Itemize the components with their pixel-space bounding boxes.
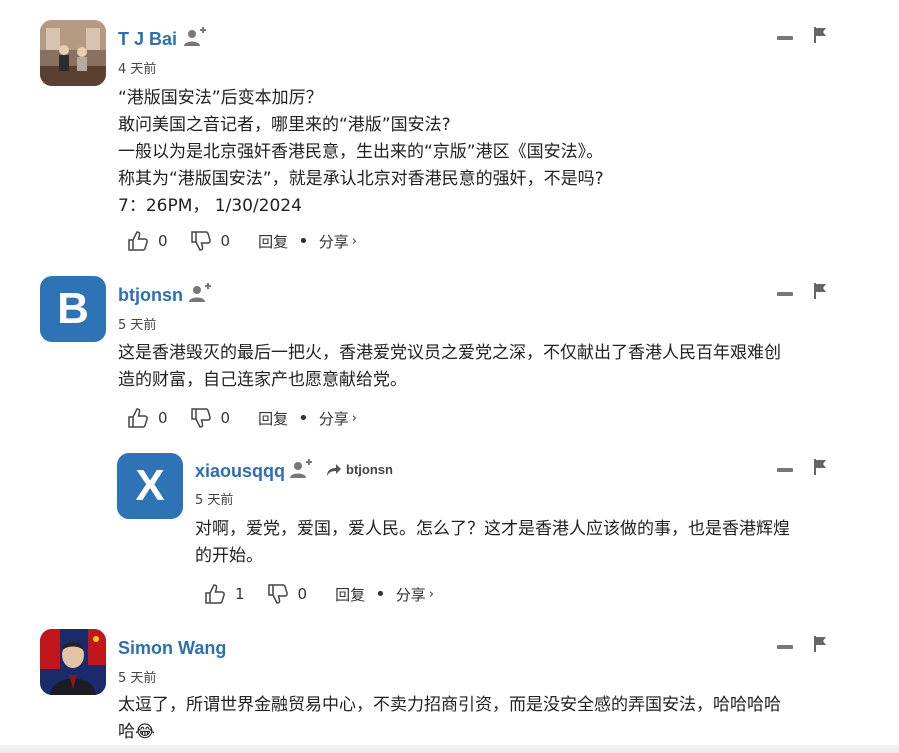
separator-dot: •	[298, 230, 309, 252]
separator-dot: •	[375, 583, 386, 605]
avatar-photo-icon	[40, 20, 106, 86]
thumbs-down-icon[interactable]	[190, 230, 212, 252]
thumbs-up-icon[interactable]	[127, 230, 149, 252]
username[interactable]: btjonsn	[118, 285, 183, 306]
comment-body: 太逗了，所谓世界金融贸易中心，不卖力招商引资，而是没安全感的弄国安法，哈哈哈哈 …	[118, 692, 781, 746]
avatar[interactable]	[40, 629, 106, 695]
flag-icon[interactable]	[814, 283, 828, 299]
timestamp[interactable]: 5 天前	[118, 314, 156, 333]
collapse-icon[interactable]	[777, 292, 793, 296]
comment-line: 称其为“港版国安法”，就是承认北京对香港民意的强奸，不是吗?	[118, 169, 604, 189]
comment-actions: 0 0 回复 • 分享 ›	[127, 406, 357, 430]
chevron-right-icon: ›	[351, 233, 357, 249]
reply-to[interactable]: btjonsn	[326, 462, 393, 477]
follow-user-icon[interactable]	[183, 26, 207, 48]
comment-body: 这是香港毁灭的最后一把火，香港爱党议员之爱党之深，不仅献出了香港人民百年艰难创 …	[118, 340, 781, 394]
thumbs-up-icon[interactable]	[127, 407, 149, 429]
flag-icon[interactable]	[814, 459, 828, 475]
share-label: 分享	[318, 232, 349, 251]
dislike-count: 0	[220, 409, 231, 427]
username[interactable]: xiaousqqq	[195, 461, 285, 482]
avatar[interactable]: X	[117, 453, 183, 519]
reply-button[interactable]: 回复	[258, 408, 288, 429]
timestamp[interactable]: 4 天前	[118, 58, 156, 77]
comment-line: 对啊，爱党，爱国，爱人民。怎么了？这才是香港人应该做的事，也是香港辉煌	[195, 519, 790, 539]
reply-to-username: btjonsn	[346, 462, 393, 477]
comment-line: 敢问美国之音记者，哪里来的“港版”国安法?	[118, 115, 451, 135]
timestamp[interactable]: 5 天前	[195, 489, 233, 508]
reply-button[interactable]: 回复	[335, 584, 365, 605]
username[interactable]: Simon Wang	[118, 638, 226, 659]
share-button[interactable]: 分享 ›	[396, 584, 434, 605]
share-label: 分享	[395, 585, 426, 604]
comment-line: 的开始。	[195, 546, 263, 566]
comment-simonwang: Simon Wang 5 天前 太逗了，所谓世界金融贸易中心，不卖力招商引资，而…	[0, 620, 899, 745]
share-button[interactable]: 分享 ›	[319, 231, 357, 252]
thumbs-down-icon[interactable]	[267, 583, 289, 605]
follow-user-icon[interactable]	[289, 458, 313, 480]
chevron-right-icon: ›	[428, 586, 434, 602]
avatar[interactable]	[40, 20, 106, 86]
collapse-icon[interactable]	[777, 645, 793, 649]
comment-btjonsn: B btjonsn 5 天前 这是香港毁灭的最后一把火，香港爱党议员之爱党之深，…	[0, 260, 899, 440]
dislike-count: 0	[297, 585, 308, 603]
chevron-right-icon: ›	[351, 410, 357, 426]
comment-actions: 1 0 回复 • 分享 ›	[204, 582, 434, 606]
collapse-icon[interactable]	[777, 468, 793, 472]
avatar-photo-icon	[40, 629, 106, 695]
share-label: 分享	[318, 409, 349, 428]
separator-dot: •	[298, 407, 309, 429]
comment-line: 太逗了，所谓世界金融贸易中心，不卖力招商引资，而是没安全感的弄国安法，哈哈哈哈	[118, 695, 781, 715]
dislike-count: 0	[220, 232, 231, 250]
timestamp[interactable]: 5 天前	[118, 667, 156, 686]
reply-button[interactable]: 回复	[258, 231, 288, 252]
flag-icon[interactable]	[814, 636, 828, 652]
comment-line: 7：26PM， 1/30/2024	[118, 196, 302, 216]
comment-line: 一般以为是北京强奸香港民意，生出来的“京版”港区《国安法》。	[118, 142, 604, 162]
comment-line: 造的财富，自己连家产也愿意献给党。	[118, 370, 407, 390]
comment-body: 对啊，爱党，爱国，爱人民。怎么了？这才是香港人应该做的事，也是香港辉煌 的开始。	[195, 516, 790, 570]
like-count: 0	[158, 409, 168, 427]
follow-user-icon[interactable]	[188, 282, 212, 304]
username[interactable]: T J Bai	[118, 29, 177, 50]
reply-arrow-icon	[327, 463, 341, 476]
comment-line: 这是香港毁灭的最后一把火，香港爱党议员之爱党之深，不仅献出了香港人民百年艰难创	[118, 343, 781, 363]
comment-tjbai: T J Bai 4 天前 “港版国安法”后变本加厉？ 敢问美国之音记者，哪里来的…	[0, 0, 899, 260]
comment-line: “港版国安法”后变本加厉？	[118, 88, 323, 108]
comment-actions: 0 0 回复 • 分享 ›	[127, 229, 357, 253]
collapse-icon[interactable]	[777, 36, 793, 40]
like-count: 1	[235, 585, 245, 603]
bottom-edge	[0, 745, 899, 753]
thumbs-down-icon[interactable]	[190, 407, 212, 429]
like-count: 0	[158, 232, 168, 250]
comment-xiaousqqq: X xiaousqqq btjonsn 5 天前 对啊，爱党，爱国，爱人民。怎么…	[0, 440, 899, 620]
share-button[interactable]: 分享 ›	[319, 408, 357, 429]
flag-icon[interactable]	[814, 27, 828, 43]
comment-line: 哈😂	[118, 722, 155, 742]
avatar[interactable]: B	[40, 276, 106, 342]
thumbs-up-icon[interactable]	[204, 583, 226, 605]
comment-body: “港版国安法”后变本加厉？ 敢问美国之音记者，哪里来的“港版”国安法? 一般以为…	[118, 85, 604, 220]
